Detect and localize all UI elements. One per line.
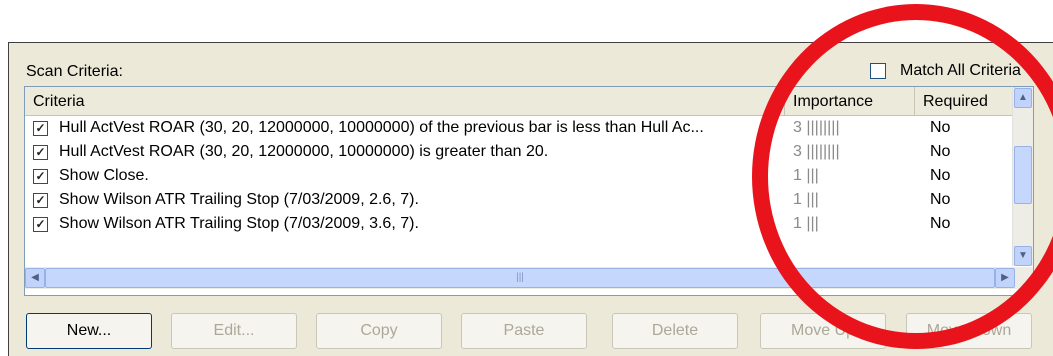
row-checkbox[interactable]: ✓	[33, 121, 48, 136]
required-value: No	[930, 143, 951, 160]
row-checkbox[interactable]: ✓	[33, 169, 48, 184]
move-down-button[interactable]: Move Down	[906, 313, 1032, 349]
edit-button[interactable]: Edit...	[171, 313, 297, 349]
column-header-importance[interactable]: Importance	[785, 87, 915, 115]
row-checkbox[interactable]: ✓	[33, 145, 48, 160]
action-buttons: New... Edit... Copy Paste Delete Move Up…	[0, 313, 1053, 353]
vertical-scrollbar[interactable]: ▲ ▼	[1012, 88, 1033, 266]
required-value: No	[930, 191, 951, 208]
table-row[interactable]: ✓ Show Wilson ATR Trailing Stop (7/03/20…	[25, 188, 1015, 212]
new-button[interactable]: New...	[26, 313, 152, 349]
scroll-down-button[interactable]: ▼	[1014, 246, 1032, 266]
list-header: Criteria Importance Required	[25, 87, 1033, 116]
scroll-left-button[interactable]: ◀	[25, 268, 45, 288]
column-header-criteria[interactable]: Criteria	[25, 87, 785, 115]
criteria-text: Show Wilson ATR Trailing Stop (7/03/2009…	[59, 215, 419, 232]
criteria-text: Hull ActVest ROAR (30, 20, 12000000, 100…	[59, 119, 704, 136]
criteria-text: Show Close.	[59, 167, 149, 184]
required-value: No	[930, 215, 951, 232]
match-all-criteria-checkbox[interactable]	[870, 63, 886, 79]
move-up-button[interactable]: Move Up	[760, 313, 886, 349]
scroll-up-button[interactable]: ▲	[1014, 88, 1032, 108]
importance-value: 1 |||	[793, 215, 819, 232]
match-all-criteria-option[interactable]: Match All Criteria	[870, 62, 1021, 80]
importance-value: 1 |||	[793, 167, 819, 184]
criteria-text: Show Wilson ATR Trailing Stop (7/03/2009…	[59, 191, 419, 208]
required-value: No	[930, 167, 951, 184]
row-checkbox[interactable]: ✓	[33, 193, 48, 208]
column-header-required[interactable]: Required	[915, 87, 1015, 115]
paste-button[interactable]: Paste	[461, 313, 587, 349]
copy-button[interactable]: Copy	[316, 313, 442, 349]
scroll-right-button[interactable]: ▶	[995, 268, 1015, 288]
importance-value: 3 ||||||||	[793, 119, 840, 136]
horizontal-scrollbar[interactable]: ◀ ||| ▶	[25, 267, 1033, 289]
match-all-criteria-label: Match All Criteria	[900, 62, 1021, 79]
criteria-text: Hull ActVest ROAR (30, 20, 12000000, 100…	[59, 143, 549, 160]
importance-value: 1 |||	[793, 191, 819, 208]
table-row[interactable]: ✓ Hull ActVest ROAR (30, 20, 12000000, 1…	[25, 116, 1015, 140]
vertical-scroll-thumb[interactable]	[1014, 146, 1032, 204]
scan-criteria-label: Scan Criteria:	[26, 63, 123, 80]
row-checkbox[interactable]: ✓	[33, 217, 48, 232]
table-row[interactable]: ✓ Show Wilson ATR Trailing Stop (7/03/20…	[25, 212, 1015, 236]
table-row[interactable]: ✓ Show Close. 1 ||| No	[25, 164, 1015, 188]
importance-value: 3 ||||||||	[793, 143, 840, 160]
table-row[interactable]: ✓ Hull ActVest ROAR (30, 20, 12000000, 1…	[25, 140, 1015, 164]
required-value: No	[930, 119, 951, 136]
delete-button[interactable]: Delete	[612, 313, 738, 349]
criteria-list[interactable]: Criteria Importance Required ✓ Hull ActV…	[24, 86, 1034, 296]
criteria-rows: ✓ Hull ActVest ROAR (30, 20, 12000000, 1…	[25, 116, 1015, 236]
horizontal-scroll-thumb[interactable]: |||	[45, 268, 995, 288]
